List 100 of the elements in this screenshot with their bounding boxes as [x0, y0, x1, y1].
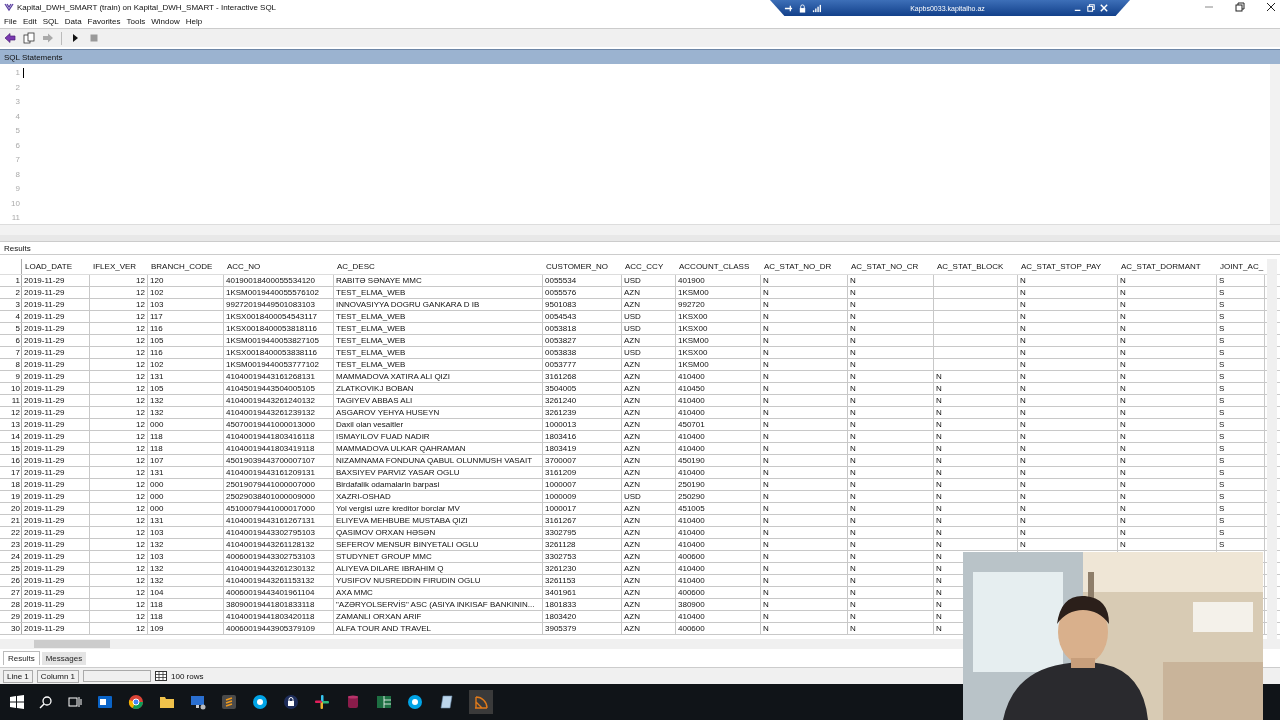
- column-header[interactable]: IFLEX_VER: [90, 259, 148, 274]
- close-icon[interactable]: [1266, 2, 1276, 12]
- table-cell: MAMMADOVA XATIRA ALI QIZI: [334, 371, 543, 382]
- table-cell: 102: [148, 359, 224, 370]
- column-header[interactable]: AC_STAT_NO_CR: [848, 259, 934, 274]
- chat-app-icon[interactable]: [407, 694, 423, 710]
- menu-item[interactable]: Edit: [22, 16, 37, 26]
- table-cell: 131: [148, 467, 224, 478]
- column-header[interactable]: AC_STAT_DORMANT: [1118, 259, 1217, 274]
- row-number: 30: [0, 623, 22, 634]
- table-cell: N: [1118, 455, 1217, 466]
- table-cell: 000: [148, 503, 224, 514]
- table-cell: N: [761, 491, 848, 502]
- table-cell: S: [1217, 539, 1265, 550]
- menu-item[interactable]: Favorites: [87, 16, 121, 26]
- menu-item[interactable]: SQL: [42, 16, 59, 26]
- column-header[interactable]: JOINT_AC_: [1217, 259, 1265, 274]
- table-cell: 2019-11-29: [22, 275, 90, 286]
- restore-icon[interactable]: [1235, 2, 1245, 12]
- column-header[interactable]: BRANCH_CODE: [148, 259, 224, 274]
- table-cell: N: [1018, 479, 1118, 490]
- table-cell: ALFA TOUR AND TRAVEL: [334, 623, 543, 634]
- table-cell: 40190018400055534120: [224, 275, 334, 286]
- menu-item[interactable]: Data: [64, 16, 82, 26]
- tab[interactable]: Messages: [41, 651, 87, 665]
- scrollbar[interactable]: [0, 225, 1280, 235]
- search-icon[interactable]: [39, 695, 53, 709]
- table-cell: 103: [148, 299, 224, 310]
- column-header[interactable]: AC_STAT_NO_DR: [761, 259, 848, 274]
- table-cell: N: [761, 575, 848, 586]
- lock-app-icon[interactable]: [283, 694, 299, 710]
- restore-icon[interactable]: [1087, 4, 1095, 12]
- table-cell: AZN: [622, 587, 676, 598]
- pin-icon[interactable]: [784, 3, 793, 13]
- table-cell: N: [761, 419, 848, 430]
- table-cell: 1KSX00: [676, 311, 761, 322]
- lock-icon[interactable]: [798, 3, 807, 13]
- table-cell: USD: [622, 311, 676, 322]
- column-header[interactable]: ACCOUNT_CLASS: [676, 259, 761, 274]
- editor-app-icon[interactable]: [221, 694, 237, 710]
- row-number: 13: [0, 419, 22, 430]
- mail-icon[interactable]: [97, 694, 113, 710]
- table-cell: 109: [148, 623, 224, 634]
- column-header[interactable]: AC_STAT_STOP_PAY: [1018, 259, 1118, 274]
- menu-item[interactable]: Tools: [126, 16, 146, 26]
- table-cell: N: [848, 575, 934, 586]
- table-cell: N: [761, 371, 848, 382]
- table-cell: "AZƏRYOLSERVİS" ASC (ASIYA INKISAF BANKININ...: [334, 599, 543, 610]
- table-cell: N: [848, 611, 934, 622]
- notepad-icon[interactable]: [438, 694, 454, 710]
- protractor-icon[interactable]: [469, 690, 493, 714]
- table-cell: 12: [90, 383, 148, 394]
- browser-icon[interactable]: [128, 694, 144, 710]
- scrollbar[interactable]: [1270, 64, 1280, 224]
- column-header[interactable]: ACC_CCY: [622, 259, 676, 274]
- menu-item[interactable]: Window: [151, 16, 180, 26]
- table-cell: 103: [148, 527, 224, 538]
- table-cell: 118: [148, 599, 224, 610]
- table-cell: 410400: [676, 575, 761, 586]
- splitter-handle[interactable]: [0, 235, 1280, 242]
- table-cell: 410400: [676, 371, 761, 382]
- copy-icon[interactable]: [23, 32, 35, 44]
- table-cell: 1000009: [543, 491, 622, 502]
- back-arrow-icon[interactable]: [4, 32, 16, 44]
- pinwheel-app-icon[interactable]: [314, 694, 330, 710]
- table-cell: 2019-11-29: [22, 323, 90, 334]
- column-header[interactable]: AC_STAT_BLOCK: [934, 259, 1018, 274]
- table-cell: Yol vergisi uzre kreditor borclar MV: [334, 503, 543, 514]
- panel-title: Results: [4, 243, 31, 253]
- chat-app-icon[interactable]: [252, 694, 268, 710]
- menu-item[interactable]: File: [4, 16, 17, 26]
- table-cell: 3161267: [543, 515, 622, 526]
- table-cell: N: [761, 623, 848, 634]
- table-cell: 116: [148, 323, 224, 334]
- table-cell: 1KSX00: [676, 347, 761, 358]
- table-cell: 1KSX0018400053818116: [224, 323, 334, 334]
- folder-icon[interactable]: [159, 694, 175, 710]
- row-number: 15: [0, 443, 22, 454]
- table-cell: S: [1217, 371, 1265, 382]
- table-cell: N: [1118, 431, 1217, 442]
- column-header[interactable]: ACC_NO: [224, 259, 334, 274]
- row-number: 6: [0, 335, 22, 346]
- database-icon[interactable]: [345, 694, 361, 710]
- menu-item[interactable]: Help: [185, 16, 203, 26]
- windows-start-icon[interactable]: [10, 695, 24, 709]
- column-header[interactable]: LOAD_DATE: [22, 259, 90, 274]
- table-cell: N: [1018, 299, 1118, 310]
- monitor-icon[interactable]: [190, 694, 206, 710]
- table-cell: 2019-11-29: [22, 611, 90, 622]
- table-cell: N: [761, 323, 848, 334]
- column-header[interactable]: AC_DESC: [334, 259, 543, 274]
- table-cell: N: [1118, 347, 1217, 358]
- tab[interactable]: Results: [3, 651, 40, 665]
- column-header[interactable]: CUSTOMER_NO: [543, 259, 622, 274]
- task-view-icon[interactable]: [68, 695, 82, 709]
- line-number: 10: [11, 198, 20, 209]
- spreadsheet-icon[interactable]: [376, 694, 392, 710]
- table-cell: 410400: [676, 527, 761, 538]
- table-cell: 3261128: [543, 539, 622, 550]
- scrollbar[interactable]: [1267, 259, 1277, 639]
